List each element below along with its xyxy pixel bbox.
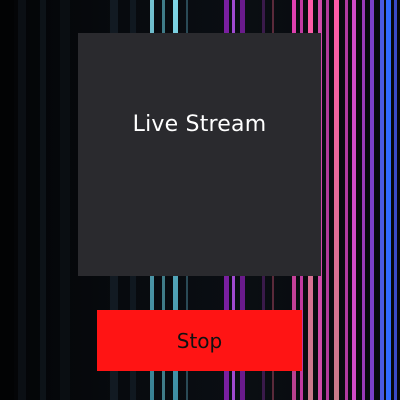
app-window: Live Stream Stop <box>0 0 400 400</box>
stop-button[interactable]: Stop <box>97 310 302 371</box>
stream-title: Live Stream <box>132 112 267 137</box>
stream-preview-panel: Live Stream <box>78 33 321 276</box>
